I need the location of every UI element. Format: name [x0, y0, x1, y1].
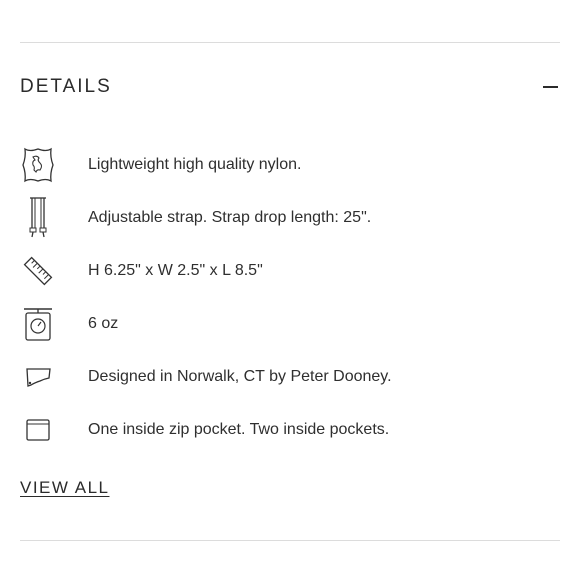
detail-text: 6 oz: [88, 315, 119, 332]
connecticut-map-icon: [20, 357, 56, 397]
detail-item-material: Lightweight high quality nylon.: [20, 145, 560, 185]
detail-text: Adjustable strap. Strap drop length: 25"…: [88, 209, 372, 226]
top-divider: [20, 42, 560, 43]
detail-text: Lightweight high quality nylon.: [88, 156, 302, 173]
detail-text: H 6.25" x W 2.5" x L 8.5": [88, 262, 263, 279]
detail-text: One inside zip pocket. Two inside pocket…: [88, 421, 390, 438]
detail-item-pockets: One inside zip pocket. Two inside pocket…: [20, 410, 560, 450]
minus-icon[interactable]: [540, 77, 560, 97]
details-section-header[interactable]: DETAILS: [20, 72, 560, 102]
strap-icon: [20, 197, 56, 238]
bottom-divider: [20, 540, 560, 541]
ruler-icon: [20, 251, 56, 291]
view-all-link[interactable]: VIEW ALL: [20, 478, 109, 498]
detail-item-dimensions: H 6.25" x W 2.5" x L 8.5": [20, 251, 560, 291]
section-title: DETAILS: [20, 76, 112, 97]
detail-item-weight: 6 oz: [20, 304, 560, 344]
detail-text: Designed in Norwalk, CT by Peter Dooney.: [88, 368, 392, 385]
pocket-icon: [20, 410, 56, 450]
detail-item-strap: Adjustable strap. Strap drop length: 25"…: [20, 197, 560, 238]
leather-hide-icon: [20, 145, 56, 185]
scale-icon: [20, 304, 56, 344]
detail-item-origin: Designed in Norwalk, CT by Peter Dooney.: [20, 357, 560, 397]
